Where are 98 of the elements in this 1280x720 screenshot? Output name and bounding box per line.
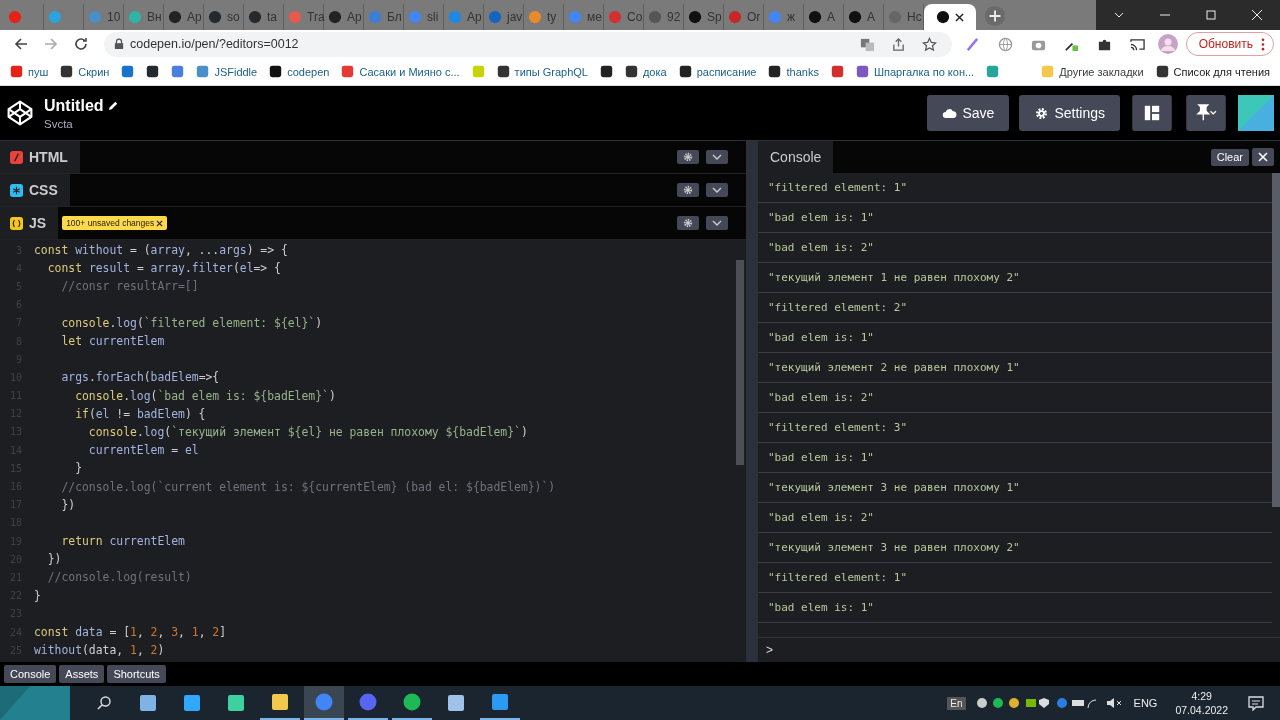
code-line: console.log(`bad elem is: ${badElem}`) <box>74 388 336 403</box>
bookmark[interactable]: Сасаки и Мияно с... <box>341 65 460 78</box>
console-message: "filtered element: 1" <box>768 181 908 194</box>
gear-icon <box>1034 106 1050 120</box>
menu-icon <box>1261 37 1265 51</box>
pin-button[interactable] <box>1184 95 1228 131</box>
console-prompt[interactable]: > <box>766 643 773 657</box>
code-line: console.log(`текущий элемент ${el} не равен плохому ${badElem}`) <box>87 424 528 439</box>
gear-icon[interactable] <box>677 183 699 197</box>
chevron-down-icon[interactable] <box>706 183 728 197</box>
footer-button[interactable]: Console <box>4 665 57 683</box>
console-message: "текущий элемент 3 не равен плохому 2" <box>768 541 1020 554</box>
editor-tab[interactable]: CSS <box>0 174 70 206</box>
app-icon <box>138 693 158 713</box>
clock[interactable]: 4:29 07.04.2022 <box>1169 689 1234 717</box>
console-message: "bad elem is: 1" <box>768 601 874 614</box>
author-name[interactable]: Svcta <box>44 117 119 130</box>
editor-tab[interactable]: JS <box>0 207 59 239</box>
gear-icon[interactable] <box>677 216 699 230</box>
taskbar-app[interactable] <box>304 686 344 720</box>
chevron-down-icon[interactable] <box>706 216 728 230</box>
save-button[interactable]: Save <box>927 95 1010 131</box>
new-tab-icon[interactable] <box>984 5 1006 27</box>
console-message: "bad elem is: 1" <box>768 211 874 224</box>
code-line: } <box>34 588 41 603</box>
console-message: "filtered element: 3" <box>768 421 908 434</box>
pencil-icon[interactable] <box>107 100 119 111</box>
code-line: let currentElem <box>60 334 165 349</box>
app-icon <box>314 692 334 712</box>
code-line: }) <box>46 552 62 567</box>
bookmark[interactable]: Список для чтения <box>1155 65 1270 78</box>
code-line: const result = array.filter(el=> { <box>46 261 281 276</box>
language-indicator[interactable]: ENG <box>1125 697 1166 709</box>
app-icon <box>182 693 202 713</box>
tray-icons-drawing[interactable] <box>975 696 1096 710</box>
editor-tab[interactable]: HTML <box>0 141 80 173</box>
scrollbar[interactable] <box>736 260 744 465</box>
bookmark[interactable]: Шпаргалка по кон... <box>855 65 975 78</box>
console-message: "текущий элемент 3 не равен плохому 1" <box>768 481 1020 494</box>
close-icon[interactable] <box>955 12 964 22</box>
start-button[interactable] <box>0 686 70 720</box>
app-icon <box>446 693 466 713</box>
code-line: //console.log(result) <box>46 570 192 585</box>
chevron-down-icon[interactable] <box>706 150 728 164</box>
console-message: "filtered element: 1" <box>768 571 908 584</box>
console-message: "bad elem is: 1" <box>768 331 874 344</box>
layout-button[interactable] <box>1130 95 1174 131</box>
settings-button[interactable]: Settings <box>1019 95 1120 131</box>
console-message: "filtered element: 2" <box>768 301 908 314</box>
app-icon <box>490 692 510 712</box>
scrollbar[interactable] <box>1272 173 1280 507</box>
close-icon[interactable] <box>1252 148 1274 166</box>
code-line: } <box>74 461 82 476</box>
app-icon <box>270 692 290 712</box>
code-line: currentElem = el <box>87 443 199 458</box>
input-indicator[interactable]: En <box>947 696 966 710</box>
code-line: args.forEach(badElem=>{ <box>60 370 220 385</box>
pen-title[interactable]: Untitled <box>44 96 104 115</box>
code-line: console.log(`filtered element: ${el}`) <box>60 315 323 330</box>
console-message: "текущий элемент 2 не равен плохому 1" <box>768 361 1020 374</box>
code-line: without(data, 1, 2) <box>34 643 165 658</box>
bookmark[interactable]: thanks <box>768 65 819 78</box>
console-message: "bad elem is: 2" <box>768 391 874 404</box>
console-message: "bad elem is: 1" <box>768 451 874 464</box>
code-line: return currentElem <box>60 534 185 549</box>
console-message: "bad elem is: 2" <box>768 241 874 254</box>
bookmark[interactable]: codepen <box>269 65 330 78</box>
code-line: if(el != badElem) { <box>74 406 206 421</box>
clear-button[interactable]: Clear <box>1210 148 1249 166</box>
app-icon <box>402 692 422 712</box>
volume-icon[interactable] <box>1105 696 1122 710</box>
cloud-icon <box>942 106 958 120</box>
console-message: "bad elem is: 2" <box>768 511 874 524</box>
address-field[interactable]: codepen.io/pen/?editors=0012 <box>104 31 952 57</box>
code-line: const without = (array, ...args) => { <box>34 243 288 258</box>
code-line: //console.log(`current element is: ${currentElem} (bad el: ${badElem})`) <box>60 479 556 494</box>
footer-button[interactable]: Assets <box>59 665 105 683</box>
footer-button[interactable]: Shortcuts <box>107 665 166 683</box>
app-icon <box>358 692 378 712</box>
logo-icon[interactable] <box>6 99 34 127</box>
bookmark[interactable]: типы GraphQL <box>496 65 588 78</box>
update-button[interactable]: Обновить <box>1185 32 1274 56</box>
code-line: //consr resultArr=[] <box>60 279 199 294</box>
console-message: "текущий элемент 1 не равен плохому 2" <box>768 271 1020 284</box>
console-tab[interactable]: Console <box>758 141 834 173</box>
bookmark[interactable]: Другие закладки <box>1041 65 1144 78</box>
browser-tab[interactable] <box>924 4 976 30</box>
bookmark[interactable]: пуш <box>10 65 49 78</box>
bookmark[interactable]: JSFiddle <box>196 65 258 78</box>
code-line: }) <box>60 497 76 512</box>
code-line: const data = [1, 2, 3, 1, 2] <box>34 625 227 640</box>
bookmark[interactable]: Скрин <box>60 65 110 78</box>
bookmark[interactable]: расписание <box>678 65 757 78</box>
bookmark[interactable]: дока <box>624 65 667 78</box>
app-icon <box>226 693 246 713</box>
gear-icon[interactable] <box>677 150 699 164</box>
unsaved-badge[interactable]: 100+ unsaved changes <box>62 216 168 230</box>
lock-icon[interactable] <box>114 38 124 50</box>
